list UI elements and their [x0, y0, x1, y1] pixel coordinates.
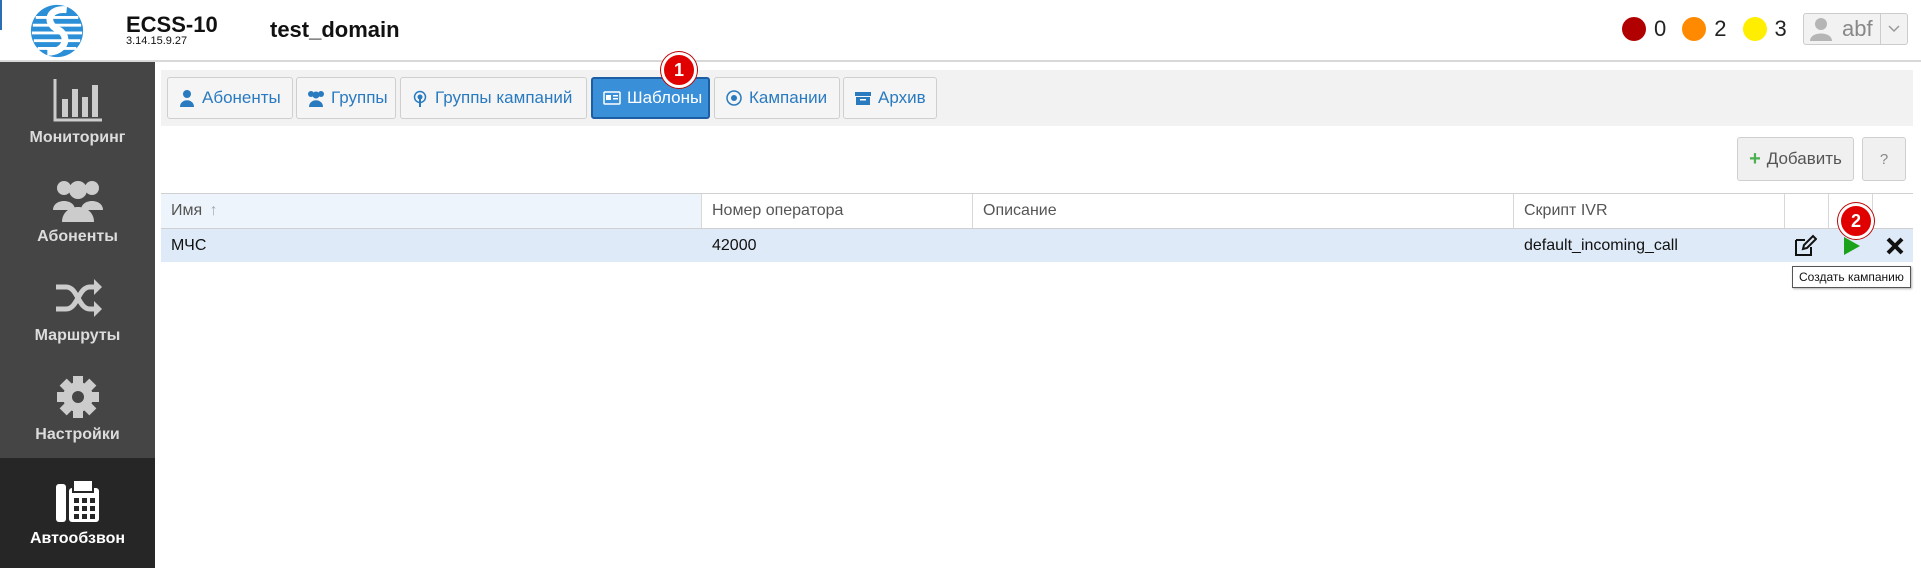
close-icon[interactable]	[1883, 234, 1907, 258]
cell-operator: 42000	[712, 237, 757, 254]
cell-description	[973, 229, 983, 262]
sidebar: Мониторинг Абоненты Маршруты Настройки А…	[0, 62, 155, 568]
sidebar-item-label: Автообзвон	[29, 530, 126, 547]
cell-script: default_incoming_call	[1524, 237, 1678, 254]
tab-archive[interactable]: Архив	[843, 77, 937, 119]
column-header-operator[interactable]: Номер оператора	[702, 194, 973, 228]
minor-alarm-icon[interactable]	[1742, 17, 1767, 41]
table-row[interactable]: МЧС 42000 default_incoming_call	[161, 229, 1913, 262]
shuffle-icon	[55, 278, 102, 317]
major-alarm-count[interactable]: 2	[1714, 16, 1726, 42]
tab-bar: Абоненты Группы Группы кампаний Шаблоны …	[161, 70, 1913, 126]
major-alarm-icon[interactable]	[1682, 17, 1707, 41]
sort-ascending-icon: ↑	[209, 202, 218, 219]
bar-chart-icon	[53, 78, 102, 121]
annotation-badge-1: 1	[661, 52, 697, 88]
tab-label: Группы кампаний	[435, 88, 573, 107]
minor-alarm-count[interactable]: 3	[1775, 16, 1787, 42]
sidebar-item-label: Абоненты	[37, 227, 118, 245]
add-button[interactable]: + Добавить	[1737, 137, 1854, 181]
alarm-indicators[interactable]: 0 2 3	[1622, 14, 1803, 44]
brand-version: 3.14.15.9.27	[126, 35, 188, 47]
tooltip-create-campaign: Создать кампанию	[1792, 266, 1911, 288]
id-card-icon	[603, 91, 621, 105]
critical-alarm-count[interactable]: 0	[1654, 16, 1666, 42]
user-icon	[180, 90, 194, 107]
plus-icon: +	[1749, 147, 1761, 170]
tab-subscribers[interactable]: Абоненты	[167, 77, 293, 119]
sidebar-item-label: Настройки	[35, 425, 120, 443]
sidebar-item-routes[interactable]: Маршруты	[0, 260, 155, 359]
sidebar-item-label: Маршруты	[34, 326, 121, 344]
tab-label: Группы	[331, 88, 388, 107]
templates-table: Имя ↑ Номер оператора Описание Скрипт IV…	[161, 193, 1913, 262]
cell-name: МЧС	[171, 237, 207, 254]
top-bar: ECSS-10 3.14.15.9.27 test_domain 0 2 3 a…	[0, 0, 1921, 62]
table-header: Имя ↑ Номер оператора Описание Скрипт IV…	[161, 193, 1913, 229]
tab-label: Архив	[878, 88, 926, 107]
user-name: abf	[1842, 16, 1873, 41]
user-menu-button[interactable]: abf	[1803, 13, 1908, 45]
column-header-description[interactable]: Описание	[973, 194, 1514, 228]
sidebar-item-subscribers[interactable]: Абоненты	[0, 161, 155, 260]
broadcast-icon	[413, 90, 427, 107]
tab-label: Кампании	[749, 88, 828, 107]
add-button-label: Добавить	[1766, 149, 1842, 168]
user-icon	[1810, 18, 1832, 41]
column-header-script[interactable]: Скрипт IVR	[1514, 194, 1785, 228]
sidebar-item-autodial[interactable]: Автообзвон	[0, 458, 155, 568]
users-icon	[52, 180, 103, 222]
users-icon	[308, 91, 324, 107]
tab-campaign-groups[interactable]: Группы кампаний	[400, 77, 587, 119]
help-button[interactable]: ?	[1862, 137, 1906, 181]
fax-icon	[55, 479, 99, 522]
critical-alarm-icon[interactable]	[1622, 17, 1646, 41]
column-header-name[interactable]: Имя ↑	[161, 194, 702, 228]
tab-templates[interactable]: Шаблоны	[591, 77, 710, 119]
sidebar-item-monitoring[interactable]: Мониторинг	[0, 62, 155, 161]
eltex-logo	[30, 4, 84, 58]
window-edge	[0, 0, 2, 30]
edit-icon[interactable]	[1793, 234, 1817, 258]
domain-name: test_domain	[270, 17, 400, 42]
tab-label: Шаблоны	[627, 88, 703, 107]
archive-icon	[855, 92, 871, 105]
chevron-down-icon[interactable]	[1880, 14, 1907, 44]
sidebar-item-label: Мониторинг	[29, 128, 126, 146]
tab-campaigns[interactable]: Кампании	[714, 77, 840, 119]
sidebar-item-settings[interactable]: Настройки	[0, 359, 155, 458]
tab-groups[interactable]: Группы	[296, 77, 396, 119]
annotation-badge-2: 2	[1838, 203, 1874, 239]
tab-label: Абоненты	[202, 88, 281, 107]
gear-icon	[56, 375, 99, 418]
column-header-edit	[1785, 194, 1829, 228]
target-icon	[726, 90, 742, 106]
